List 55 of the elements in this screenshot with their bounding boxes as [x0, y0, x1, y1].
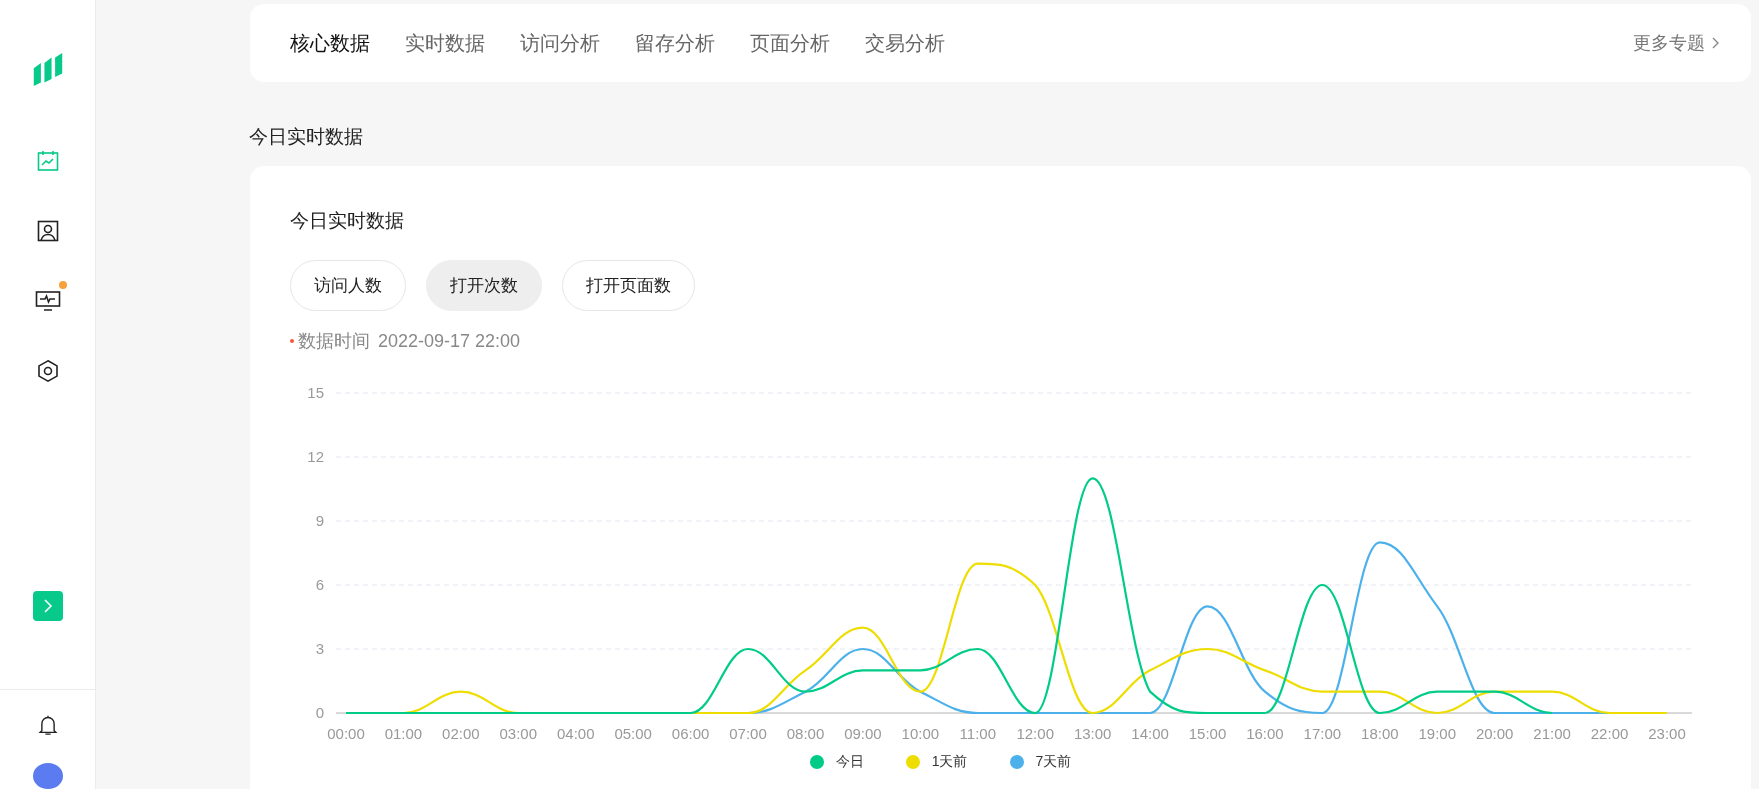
settings-icon[interactable]: [35, 359, 60, 383]
y-tick-label: 15: [307, 384, 324, 401]
chevron-right-icon: [1711, 36, 1721, 50]
y-tick-label: 9: [315, 512, 324, 529]
x-tick-label: 18:00: [1361, 725, 1399, 742]
x-tick-label: 23:00: [1648, 725, 1686, 742]
x-tick-label: 09:00: [844, 725, 882, 742]
metric-toggle[interactable]: 打开次数: [426, 260, 542, 311]
x-tick-label: 19:00: [1418, 725, 1457, 742]
x-tick-label: 11:00: [959, 725, 996, 742]
x-tick-label: 17:00: [1303, 725, 1342, 742]
bullet-dot: [290, 339, 294, 343]
x-tick-label: 22:00: [1590, 725, 1629, 742]
x-tick-label: 16:00: [1246, 725, 1284, 742]
x-tick-label: 13:00: [1073, 725, 1112, 742]
x-tick-label: 05:00: [614, 725, 652, 742]
data-time-value: 2022-09-17 22:00: [378, 330, 521, 352]
user-portrait-icon[interactable]: [35, 219, 60, 243]
x-tick-label: 02:00: [442, 725, 480, 742]
y-tick-label: 3: [315, 640, 324, 657]
chevron-right-icon: [41, 598, 54, 614]
metric-toggle[interactable]: 打开页面数: [562, 260, 695, 311]
x-tick-label: 03:00: [499, 725, 538, 742]
section-title: 今日实时数据: [249, 125, 364, 149]
x-tick-label: 21:00: [1533, 725, 1571, 742]
more-topics-link[interactable]: 更多专题: [1633, 31, 1721, 55]
x-tick-label: 20:00: [1475, 725, 1514, 742]
nav-tab[interactable]: 留存分析: [635, 29, 715, 57]
avatar-circle[interactable]: [32, 762, 63, 789]
nav-tab[interactable]: 实时数据: [405, 29, 485, 57]
legend-label[interactable]: 7天前: [1035, 753, 1072, 771]
x-tick-label: 14:00: [1131, 725, 1169, 742]
nav-tab[interactable]: 页面分析: [750, 29, 830, 57]
x-tick-label: 00:00: [327, 725, 365, 742]
x-tick-label: 04:00: [556, 725, 595, 742]
nav-tab[interactable]: 访问分析: [520, 29, 600, 57]
y-tick-label: 12: [307, 448, 324, 465]
legend-label[interactable]: 1天前: [931, 753, 968, 771]
nav-tab[interactable]: 交易分析: [865, 29, 945, 57]
x-tick-label: 01:00: [384, 725, 423, 742]
x-tick-label: 12:00: [1016, 725, 1054, 742]
x-tick-label: 07:00: [729, 725, 767, 742]
y-tick-label: 0: [315, 704, 324, 721]
metric-toggle[interactable]: 访问人数: [290, 260, 406, 311]
card-title: 今日实时数据: [290, 209, 405, 233]
y-tick-label: 6: [315, 576, 324, 593]
data-time-label: 数据时间: [298, 330, 370, 353]
x-tick-label: 08:00: [786, 725, 825, 742]
legend-label[interactable]: 今日: [835, 753, 864, 771]
monitor-pulse-icon[interactable]: [34, 289, 61, 313]
x-tick-label: 15:00: [1188, 725, 1227, 742]
x-tick-label: 10:00: [901, 725, 940, 742]
x-tick-label: 06:00: [671, 725, 710, 742]
logo-icon: [31, 51, 64, 89]
nav-tab[interactable]: 核心数据: [290, 29, 370, 57]
